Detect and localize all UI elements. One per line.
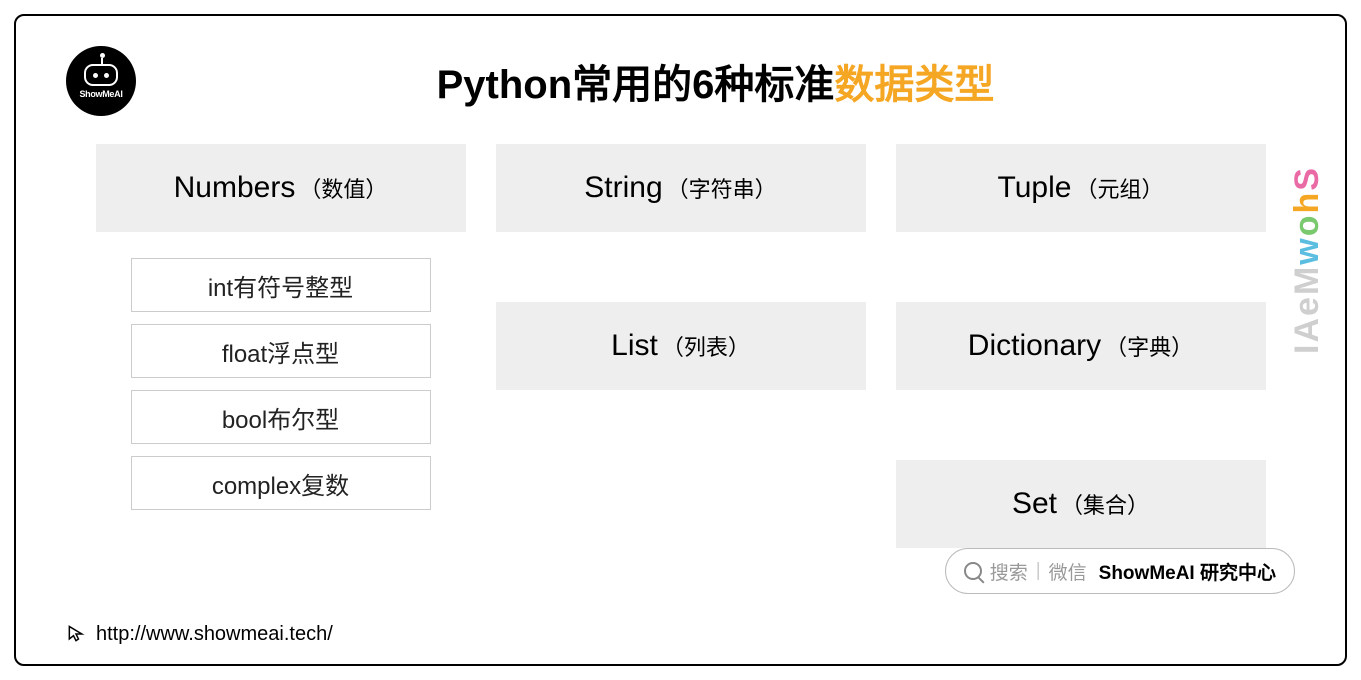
card-tuple-en: Tuple <box>998 171 1072 205</box>
subtype-float: float浮点型 <box>131 324 431 378</box>
numbers-subtypes: int有符号整型 float浮点型 bool布尔型 complex复数 <box>96 258 466 510</box>
slide-title: Python常用的6种标准数据类型 <box>136 52 1295 110</box>
card-string-en: String <box>584 171 662 205</box>
card-set-en: Set <box>1012 487 1057 521</box>
subtype-complex: complex复数 <box>131 456 431 510</box>
logo-text: ShowMeAI <box>79 89 122 99</box>
card-numbers-zh: （数值） <box>299 172 387 204</box>
column-1: Numbers （数值） int有符号整型 float浮点型 bool布尔型 c… <box>96 144 466 548</box>
card-set: Set （集合） <box>896 460 1266 548</box>
search-wechat: 微信 <box>1049 558 1087 585</box>
card-numbers-en: Numbers <box>174 171 296 205</box>
search-label: 搜索 <box>990 558 1028 585</box>
showmeai-logo: ShowMeAI <box>66 46 136 116</box>
search-brand: ShowMeAI 研究中心 <box>1099 558 1276 585</box>
card-list-en: List <box>611 329 658 363</box>
header: ShowMeAI Python常用的6种标准数据类型 <box>66 46 1295 116</box>
search-pill: 搜索 | 微信 ShowMeAI 研究中心 <box>945 548 1295 594</box>
card-string: String （字符串） <box>496 144 866 232</box>
types-grid: Numbers （数值） int有符号整型 float浮点型 bool布尔型 c… <box>66 144 1295 548</box>
card-string-zh: （字符串） <box>667 172 777 204</box>
subtype-bool: bool布尔型 <box>131 390 431 444</box>
column-2: String （字符串） List （列表） <box>496 144 866 548</box>
footer-url: http://www.showmeai.tech/ <box>96 623 333 646</box>
column-3: Tuple （元组） Dictionary （字典） Set （集合） <box>896 144 1266 548</box>
card-tuple-zh: （元组） <box>1075 172 1163 204</box>
card-list: List （列表） <box>496 302 866 390</box>
card-list-zh: （列表） <box>662 330 750 362</box>
search-icon <box>964 562 982 580</box>
card-tuple: Tuple （元组） <box>896 144 1266 232</box>
card-dict-en: Dictionary <box>968 329 1101 363</box>
card-dictionary: Dictionary （字典） <box>896 302 1266 390</box>
subtype-int: int有符号整型 <box>131 258 431 312</box>
card-numbers: Numbers （数值） <box>96 144 466 232</box>
slide-frame: ShowMeAI Python常用的6种标准数据类型 Numbers （数值） … <box>14 14 1347 666</box>
divider: | <box>1036 560 1041 582</box>
footer: http://www.showmeai.tech/ <box>66 622 333 646</box>
card-dict-zh: （字典） <box>1105 330 1193 362</box>
title-accent: 数据类型 <box>834 63 994 107</box>
title-prefix: Python常用的6种标准 <box>437 63 835 107</box>
card-set-zh: （集合） <box>1061 488 1149 520</box>
cursor-icon <box>66 622 86 646</box>
robot-face-icon <box>84 64 118 86</box>
